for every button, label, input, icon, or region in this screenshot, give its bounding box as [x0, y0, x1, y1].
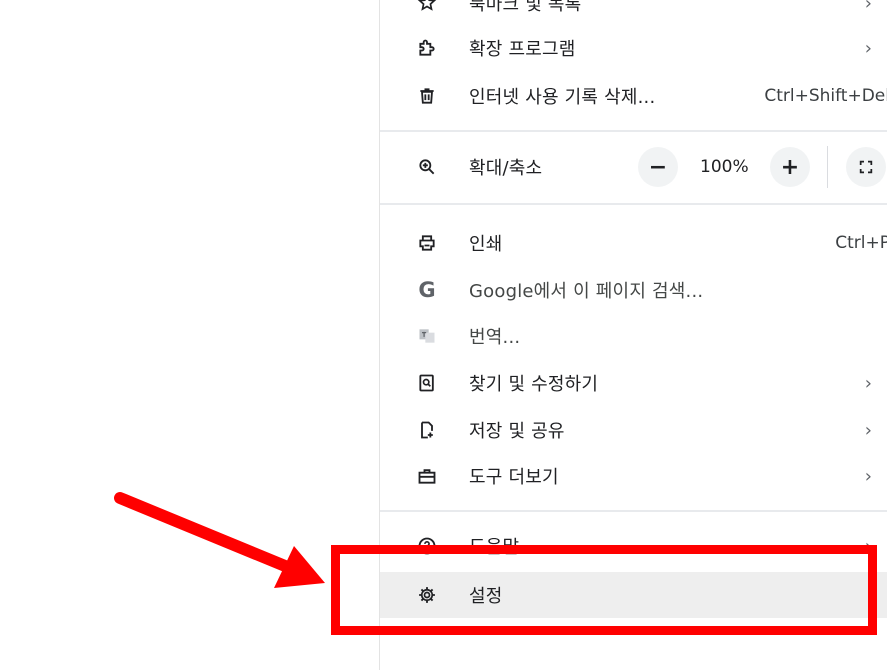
zoom-in-button[interactable]: +: [770, 147, 810, 187]
menu-separator: [380, 203, 887, 205]
menu-item-more-tools[interactable]: 도구 더보기 ›: [380, 453, 887, 499]
menu-item-extensions[interactable]: 확장 프로그램 ›: [380, 25, 887, 71]
menu-item-find-edit[interactable]: 찾기 및 수정하기 ›: [380, 360, 887, 406]
zoom-level: 100%: [700, 157, 749, 177]
fullscreen-icon: [859, 160, 873, 174]
menu-separator: [380, 510, 887, 512]
fullscreen-button[interactable]: [846, 147, 886, 187]
menu-item-label: 번역...: [469, 327, 521, 348]
chevron-right-icon: ›: [864, 372, 872, 394]
menu-item-label: 도구 더보기: [469, 467, 559, 488]
menu-item-label: 인터넷 사용 기록 삭제...: [469, 87, 656, 108]
google-icon: G: [418, 278, 436, 302]
save-share-icon: [416, 419, 438, 441]
find-icon: [416, 372, 438, 394]
menu-item-bookmarks[interactable]: 북마크 및 목록 ›: [380, 0, 887, 26]
puzzle-icon: [416, 37, 438, 59]
menu-item-search-google[interactable]: G Google에서 이 페이지 검색...: [380, 267, 887, 313]
zoom-in-icon: [416, 156, 438, 178]
menu-item-label: 찾기 및 수정하기: [469, 374, 599, 395]
menu-item-label: Google에서 이 페이지 검색...: [469, 281, 704, 302]
toolbox-icon: [416, 465, 438, 487]
annotation-arrow-icon: [114, 492, 325, 588]
menu-item-save-share[interactable]: 저장 및 공유 ›: [380, 407, 887, 453]
printer-icon: [416, 232, 438, 254]
chevron-right-icon: ›: [864, 0, 872, 14]
menu-item-label: 저장 및 공유: [469, 421, 565, 442]
menu-item-clear-history[interactable]: 인터넷 사용 기록 삭제... Ctrl+Shift+Del: [380, 73, 887, 119]
translate-icon: [416, 325, 438, 347]
menu-item-label: 북마크 및 목록: [469, 0, 582, 15]
shortcut-text: Ctrl+P: [835, 233, 887, 253]
menu-item-label: 인쇄: [469, 234, 503, 255]
chevron-right-icon: ›: [864, 465, 872, 487]
menu-item-print[interactable]: 인쇄 Ctrl+P: [380, 220, 887, 266]
menu-item-zoom: 확대/축소 − 100% +: [380, 144, 887, 190]
zoom-divider: [827, 146, 828, 188]
annotation-highlight-box: [331, 545, 877, 635]
trash-icon: [416, 85, 438, 107]
menu-item-label: 확대/축소: [469, 158, 543, 179]
chevron-right-icon: ›: [864, 419, 872, 441]
menu-separator: [380, 130, 887, 132]
menu-item-translate[interactable]: 번역...: [380, 313, 887, 359]
chevron-right-icon: ›: [864, 37, 872, 59]
shortcut-text: Ctrl+Shift+Del: [764, 86, 887, 106]
star-icon: [416, 0, 438, 14]
zoom-out-button[interactable]: −: [638, 147, 678, 187]
menu-item-label: 확장 프로그램: [469, 39, 576, 60]
